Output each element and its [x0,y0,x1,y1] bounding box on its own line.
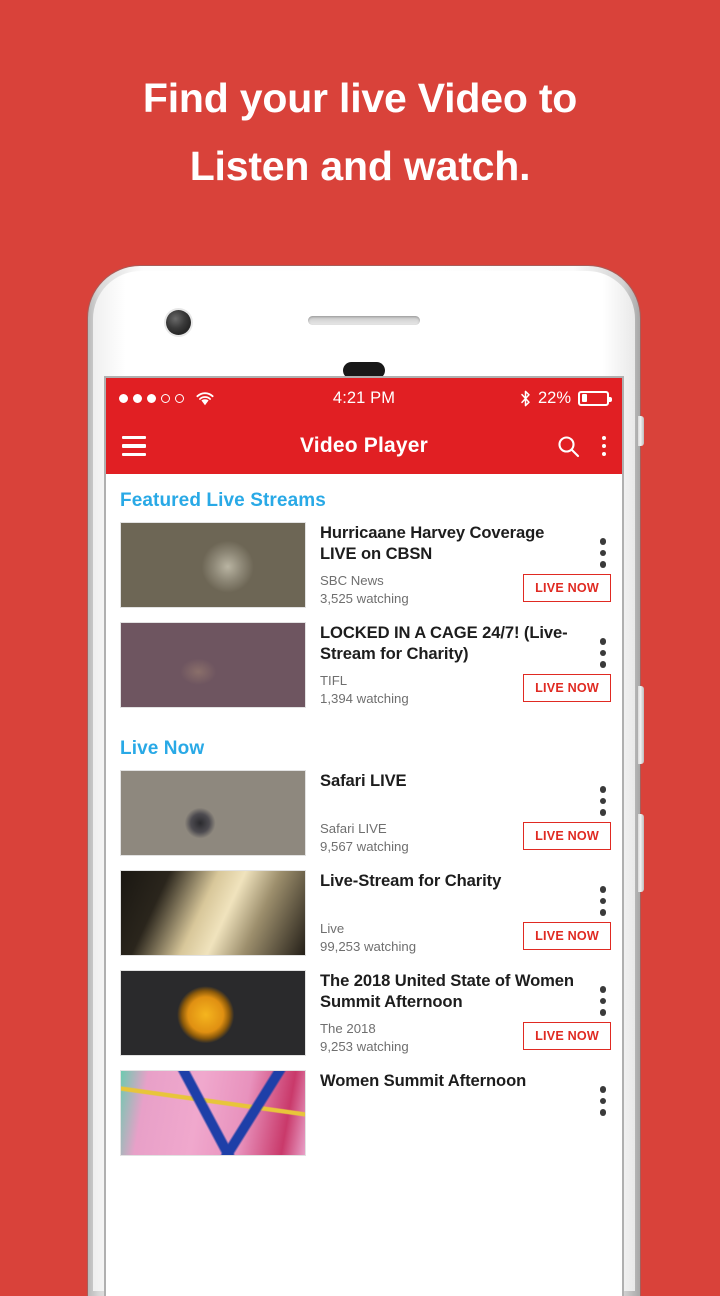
hamburger-menu-icon[interactable] [122,435,146,457]
item-overflow-menu-icon[interactable] [599,786,606,816]
stream-list-item[interactable]: Safari LIVE Safari LIVE 9,567 watching LIVE… [106,770,622,856]
volume-up-button[interactable] [638,686,644,764]
wifi-icon [196,391,214,405]
search-icon[interactable] [557,435,580,458]
stream-title: Safari LIVE [320,771,407,790]
live-now-badge[interactable]: LIVE NOW [523,922,611,950]
phone-mockup: 4:21 PM 22% Video Player Featured Live S… [88,266,644,1296]
headline-line-1: Find your live Video to [142,75,578,121]
battery-percent-label: 22% [537,388,571,407]
stream-title: Live-Stream for Charity [320,871,502,890]
stream-list-item[interactable]: Live-Stream for Charity Live 99,253 watchi… [106,870,622,956]
stream-title: The 2018 United State of Women Summit Af… [320,971,574,1011]
status-bar-left [119,391,333,406]
stream-list[interactable]: Featured Live Streams Hurricaane Harvey C… [106,474,622,1170]
item-overflow-menu-icon[interactable] [599,886,606,916]
thumbnail-cubist-painting[interactable] [120,622,306,708]
promo-headline: Find your live Video to Listen and watch… [0,64,720,200]
status-bar-right: 22% [395,388,612,408]
signal-strength-icon [119,393,184,403]
thumbnail-vintage-camera[interactable] [120,770,306,856]
item-overflow-menu-icon[interactable] [599,1086,606,1116]
stream-list-item[interactable]: Women Summit Afternoon [106,1070,622,1156]
app-bar: Video Player [106,418,622,474]
item-overflow-menu-icon[interactable] [599,986,606,1016]
battery-icon [578,390,612,406]
section-header: Live Now [120,738,205,759]
front-camera-icon [166,310,191,335]
live-now-badge[interactable]: LIVE NOW [523,1022,611,1050]
stream-item-body: Women Summit Afternoon [306,1070,612,1156]
app-bar-actions [557,435,606,458]
volume-down-button[interactable] [638,814,644,892]
phone-screen: 4:21 PM 22% Video Player Featured Live S… [106,378,622,1296]
status-bar-clock: 4:21 PM [332,388,396,407]
thumbnail-locomotive[interactable] [120,522,306,608]
item-overflow-menu-icon[interactable] [599,538,606,568]
thumbnail-crucifix[interactable] [120,870,306,956]
stream-list-item[interactable]: Hurricaane Harvey Coverage LIVE on CBSN S… [106,522,622,608]
earpiece-speaker [308,316,420,325]
section-header: Featured Live Streams [120,490,326,511]
page-title: Video Player [299,434,429,457]
overflow-menu-icon[interactable] [601,435,606,457]
item-overflow-menu-icon[interactable] [599,638,606,668]
bluetooth-icon [521,390,530,406]
stream-list-item[interactable]: The 2018 United State of Women Summit Af… [106,970,622,1056]
live-now-badge[interactable]: LIVE NOW [523,574,611,602]
headline-line-2: Listen and watch. [189,143,531,189]
live-now-badge[interactable]: LIVE NOW [523,674,611,702]
stream-title: Women Summit Afternoon [320,1071,527,1090]
proximity-sensor [343,362,385,379]
stream-list-item[interactable]: LOCKED IN A CAGE 24/7! (Live-Stream for … [106,622,622,708]
thumbnail-abstract-art[interactable] [120,1070,306,1156]
thumbnail-apple-logo[interactable] [120,970,306,1056]
status-bar: 4:21 PM 22% [106,378,622,418]
stream-title: Hurricaane Harvey Coverage LIVE on CBSN [320,523,545,563]
live-now-badge[interactable]: LIVE NOW [523,822,611,850]
stream-title: LOCKED IN A CAGE 24/7! (Live-Stream for … [320,623,568,663]
power-button[interactable] [638,416,644,446]
